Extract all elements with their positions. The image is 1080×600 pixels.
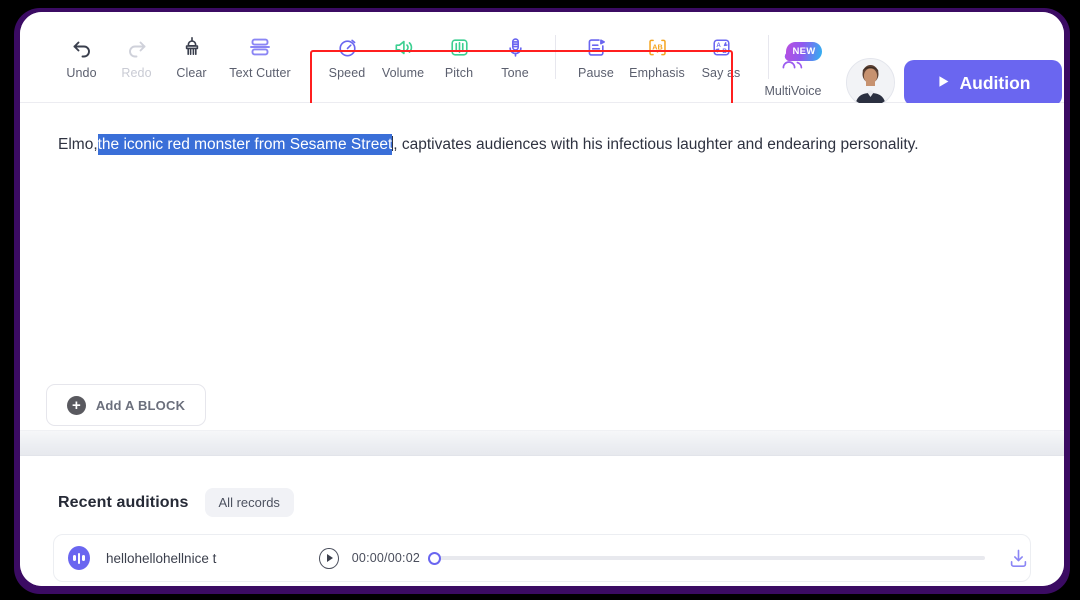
recent-auditions-panel: Recent auditions All records hellohelloh…	[20, 456, 1064, 586]
selected-text: the iconic red monster from Sesame Stree…	[98, 134, 393, 155]
audition-button[interactable]: Audition	[904, 60, 1062, 106]
volume-label: Volume	[382, 66, 424, 80]
section-divider	[20, 430, 1064, 456]
add-block-label: Add A BLOCK	[96, 398, 185, 413]
multivoice-button[interactable]: NEW MultiVoice	[762, 48, 824, 98]
audio-progress-slider[interactable]	[434, 556, 985, 560]
all-records-filter[interactable]: All records	[205, 488, 294, 517]
avatar[interactable]	[846, 58, 895, 107]
svg-text:AB: AB	[652, 42, 663, 51]
add-block-button[interactable]: + Add A BLOCK	[46, 384, 206, 426]
clear-label: Clear	[176, 66, 206, 80]
emphasis-ab-icon: AB	[646, 34, 669, 60]
pitch-button[interactable]: Pitch	[431, 34, 487, 80]
undo-icon	[70, 34, 94, 60]
say-as-button[interactable]: A B Say as	[690, 34, 752, 80]
svg-text:B: B	[722, 47, 727, 54]
text-before-selection: Elmo,	[58, 136, 98, 153]
audition-name: hellohellohellnice t	[106, 551, 289, 566]
volume-button[interactable]: Volume	[375, 34, 431, 80]
text-cutter-button[interactable]: Text Cutter	[219, 34, 301, 80]
pause-tag-icon	[585, 34, 608, 60]
tone-button[interactable]: Tone	[487, 34, 543, 80]
editor-paragraph[interactable]: Elmo,the iconic red monster from Sesame …	[58, 134, 1018, 156]
screenshot-root: Undo Redo	[0, 0, 1080, 600]
tone-label: Tone	[501, 66, 529, 80]
text-cutter-icon	[248, 34, 272, 60]
svg-text:A: A	[716, 41, 721, 48]
stopwatch-icon	[336, 34, 359, 60]
audition-label: Audition	[960, 73, 1031, 94]
say-as-icon: A B	[710, 34, 733, 60]
audition-time: 00:00/00:02	[352, 551, 420, 565]
pitch-label: Pitch	[445, 66, 473, 80]
audio-progress-knob[interactable]	[428, 552, 441, 565]
plus-circle-icon: +	[67, 396, 86, 415]
speed-button[interactable]: Speed	[319, 34, 375, 80]
play-circle-icon[interactable]	[319, 548, 338, 569]
app-window: Undo Redo	[20, 12, 1064, 586]
recent-auditions-title: Recent auditions	[58, 494, 189, 512]
text-cutter-label: Text Cutter	[229, 66, 291, 80]
pause-button[interactable]: Pause	[568, 34, 624, 80]
toolbar-ssml-group: Speed Volume	[319, 34, 752, 80]
recent-auditions-header: Recent auditions All records	[58, 488, 294, 517]
play-icon	[936, 73, 951, 94]
say-as-label: Say as	[702, 66, 741, 80]
speaker-icon	[392, 34, 415, 60]
broom-icon	[180, 34, 204, 60]
undo-button[interactable]: Undo	[54, 34, 109, 80]
microphone-icon	[504, 34, 527, 60]
speed-label: Speed	[329, 66, 366, 80]
audition-list-item[interactable]: hellohellohellnice t 00:00/00:02	[53, 534, 1031, 582]
redo-icon	[125, 34, 149, 60]
redo-label: Redo	[121, 66, 151, 80]
clear-button[interactable]: Clear	[164, 34, 219, 80]
toolbar-divider	[555, 35, 556, 79]
download-icon[interactable]	[1007, 547, 1030, 570]
redo-button[interactable]: Redo	[109, 34, 164, 80]
toolbar-history-group: Undo Redo	[20, 34, 301, 80]
undo-label: Undo	[66, 66, 96, 80]
text-after-selection: , captivates audiences with his infectio…	[393, 136, 918, 153]
new-badge: NEW	[786, 42, 822, 61]
equalizer-icon	[448, 34, 471, 60]
pause-label: Pause	[578, 66, 614, 80]
emphasis-label: Emphasis	[629, 66, 685, 80]
waveform-icon	[68, 546, 90, 570]
emphasis-button[interactable]: AB Emphasis	[624, 34, 690, 80]
text-editor-area[interactable]: Elmo,the iconic red monster from Sesame …	[20, 103, 1064, 430]
multivoice-label: MultiVoice	[765, 84, 822, 98]
